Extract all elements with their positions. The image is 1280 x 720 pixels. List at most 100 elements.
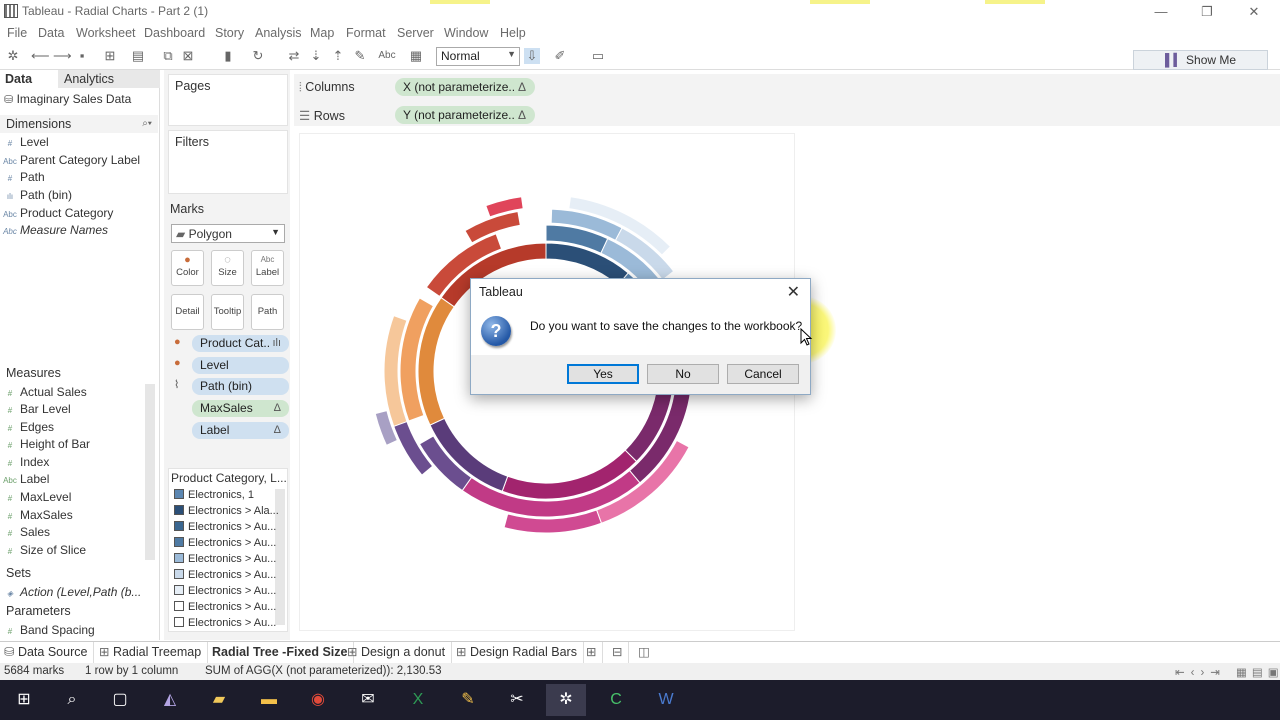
refresh-icon[interactable]: ↻ xyxy=(250,48,266,64)
parameter-item[interactable]: # Band Spacing xyxy=(0,622,158,640)
new-datasource-icon[interactable]: ⊞ xyxy=(102,48,118,64)
maximize-button[interactable]: ❐ xyxy=(1192,2,1222,22)
no-button[interactable]: No xyxy=(647,364,719,384)
label-button[interactable]: Abc Label xyxy=(251,250,284,286)
new-story-icon[interactable]: ◫ xyxy=(634,642,656,664)
highlight-icon[interactable]: ✎ xyxy=(352,48,368,64)
redo-icon[interactable]: ⟶ xyxy=(53,48,72,64)
close-icon[interactable]: ✕ xyxy=(787,282,800,302)
mark-pill[interactable]: Path (bin) xyxy=(192,378,289,395)
menu-story[interactable]: Story xyxy=(215,26,244,40)
show-labels-icon[interactable]: Abc xyxy=(376,48,398,64)
filters-card[interactable]: Filters xyxy=(168,130,288,194)
legend-item[interactable]: Electronics > Au... xyxy=(174,567,276,583)
measure-item[interactable]: # Sales xyxy=(0,524,158,542)
measure-item[interactable]: # Actual Sales xyxy=(0,384,158,402)
new-worksheet-icon[interactable]: ▤ xyxy=(130,48,146,64)
mark-pill[interactable]: Level xyxy=(192,357,289,374)
chrome-icon[interactable]: ◉ xyxy=(298,684,338,716)
tab-radial-treemap[interactable]: ⊞ Radial Treemap xyxy=(95,642,209,664)
pen-icon[interactable]: ✐ xyxy=(552,48,568,64)
presentation-icon[interactable]: ▭ xyxy=(590,48,606,64)
legend-item[interactable]: Electronics > Au... xyxy=(174,519,276,535)
measure-item[interactable]: # Bar Level xyxy=(0,401,158,419)
dimension-item[interactable]: # Path xyxy=(0,169,158,187)
fit-icon[interactable]: ▦ xyxy=(408,48,424,64)
dimension-item[interactable]: Abc Measure Names xyxy=(0,222,158,240)
path-button[interactable]: Path xyxy=(251,294,284,330)
yes-button[interactable]: Yes xyxy=(567,364,639,384)
file-explorer-icon[interactable]: ▬ xyxy=(249,684,289,716)
menu-data[interactable]: Data xyxy=(38,26,64,40)
mark-pill[interactable]: Product Cat.. ılı xyxy=(192,335,289,352)
tableau-icon[interactable]: ✲ xyxy=(546,684,586,716)
measure-item[interactable]: # Size of Slice xyxy=(0,542,158,560)
minimize-button[interactable]: — xyxy=(1146,2,1176,22)
menu-file[interactable]: File xyxy=(7,26,27,40)
measure-item[interactable]: Abc Label xyxy=(0,471,158,489)
tab-radial-tree-fixed-size[interactable]: Radial Tree -Fixed Size xyxy=(208,642,355,664)
fit-select[interactable]: Normal ▼ xyxy=(436,47,520,66)
tab-analytics[interactable]: Analytics xyxy=(58,70,160,88)
legend-item[interactable]: Electronics > Au... xyxy=(174,535,276,551)
rows-pill[interactable]: Y (not parameterize.. Δ xyxy=(395,106,535,124)
sort-asc-icon[interactable]: ⇣ xyxy=(308,48,324,64)
tooltip-button[interactable]: Tooltip xyxy=(211,294,244,330)
measure-item[interactable]: # Height of Bar xyxy=(0,436,158,454)
legend-item[interactable]: Electronics > Au... xyxy=(174,551,276,567)
menu-analysis[interactable]: Analysis xyxy=(255,26,302,40)
menu-worksheet[interactable]: Worksheet xyxy=(76,26,136,40)
snipping-tool-icon[interactable]: ✂ xyxy=(497,684,537,716)
swap-icon[interactable]: ⇄ xyxy=(286,48,302,64)
camtasia-icon[interactable]: C xyxy=(596,684,636,716)
excel-icon[interactable]: X xyxy=(398,684,438,716)
sheet-nav-icons[interactable]: ⇤‹›⇥ xyxy=(1175,665,1226,679)
clear-icon[interactable]: ⊠ xyxy=(180,48,196,64)
menu-window[interactable]: Window xyxy=(444,26,488,40)
legend-item[interactable]: Electronics > Au... xyxy=(174,599,276,615)
menu-help[interactable]: Help xyxy=(500,26,526,40)
fix-axes-icon[interactable]: ⇩ xyxy=(524,48,540,64)
close-button[interactable]: ✕ xyxy=(1239,2,1269,22)
word-icon[interactable]: W xyxy=(646,684,686,716)
dimension-item[interactable]: Abc Parent Category Label xyxy=(0,152,158,170)
dimension-item[interactable]: ılı Path (bin) xyxy=(0,187,158,205)
duplicate-icon[interactable]: ⧉ xyxy=(160,48,176,64)
save-icon[interactable]: ▪ xyxy=(74,48,90,64)
cancel-button[interactable]: Cancel xyxy=(727,364,799,384)
search-icon[interactable]: ⌕▾ xyxy=(142,115,152,133)
show-me-button[interactable]: ▌▍ Show Me xyxy=(1133,50,1268,70)
menu-dashboard[interactable]: Dashboard xyxy=(144,26,205,40)
tab-design-radial-bars[interactable]: ⊞ Design Radial Bars xyxy=(452,642,584,664)
tableau-logo-icon[interactable]: ✲ xyxy=(5,48,21,64)
pause-updates-icon[interactable]: ▮ xyxy=(220,48,236,64)
color-button[interactable]: ● Color xyxy=(171,250,204,286)
measure-item[interactable]: # Edges xyxy=(0,419,158,437)
undo-icon[interactable]: ⟵ xyxy=(31,48,50,64)
detail-button[interactable]: Detail xyxy=(171,294,204,330)
mark-type-select[interactable]: ▰ Polygon ▼ xyxy=(171,224,285,243)
search-icon[interactable]: ⌕ xyxy=(52,684,92,716)
menu-format[interactable]: Format xyxy=(346,26,386,40)
mark-pill[interactable]: Label Δ xyxy=(192,422,289,439)
menu-server[interactable]: Server xyxy=(397,26,434,40)
columns-pill[interactable]: X (not parameterize.. Δ xyxy=(395,78,535,96)
sort-desc-icon[interactable]: ⇡ xyxy=(330,48,346,64)
datasource-item[interactable]: ⛁ Imaginary Sales Data xyxy=(0,91,158,109)
pages-card[interactable]: Pages xyxy=(168,74,288,126)
view-switch-icons[interactable]: ▦▤▣ xyxy=(1236,665,1280,679)
notes-icon[interactable]: ✎ xyxy=(448,684,488,716)
dimension-item[interactable]: # Level xyxy=(0,134,158,152)
size-button[interactable]: ◌ Size xyxy=(211,250,244,286)
measure-item[interactable]: # Index xyxy=(0,454,158,472)
menu-map[interactable]: Map xyxy=(310,26,334,40)
tab-design-a-donut[interactable]: ⊞ Design a donut xyxy=(343,642,453,664)
mail-icon[interactable]: ✉ xyxy=(348,684,388,716)
legend-item[interactable]: Electronics > Ala... xyxy=(174,503,279,519)
legend-item[interactable]: Electronics, 1 xyxy=(174,487,254,503)
app-icon[interactable]: ◭ xyxy=(150,684,190,716)
new-dashboard-icon[interactable]: ⊟ xyxy=(608,642,630,664)
set-item[interactable]: ◈ Action (Level,Path (b... xyxy=(0,584,158,602)
tab-data-source[interactable]: ⛁ Data Source xyxy=(0,642,95,664)
folder-app-icon[interactable]: ▰ xyxy=(199,684,239,716)
